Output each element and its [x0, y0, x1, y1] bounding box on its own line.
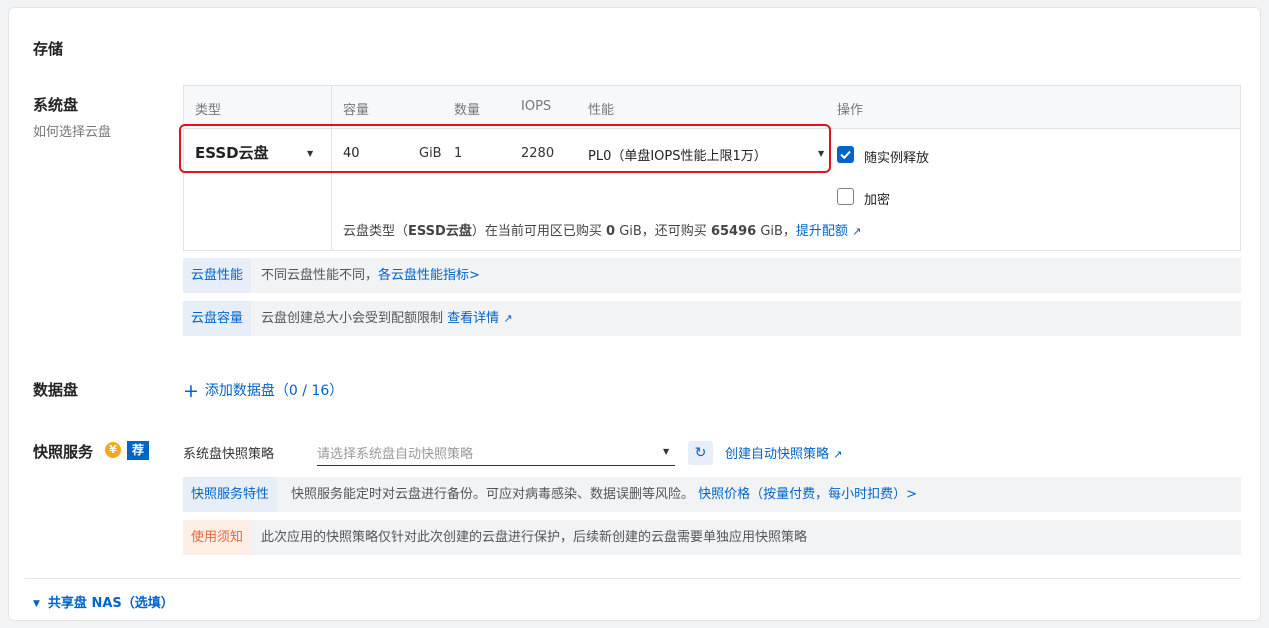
encrypt-checkbox[interactable]: [837, 188, 854, 205]
header-performance: 性能: [588, 103, 615, 118]
quota-text: ）在当前可用区已购买: [471, 224, 602, 239]
header-capacity: 容量: [343, 103, 370, 118]
table-header: 类型 容量 数量 IOPS 性能 操作: [184, 86, 1240, 129]
snapshot-feature-text: 快照服务能定时对云盘进行备份。可应对病毒感染、数据误删等风险。: [291, 487, 695, 502]
disk-capacity-text: 云盘创建总大小会受到配额限制: [261, 311, 444, 326]
check-icon: [840, 150, 851, 160]
external-link-icon: ↗: [503, 312, 513, 325]
view-details-label: 查看详情: [447, 311, 500, 326]
recommended-badge: 荐: [127, 441, 149, 460]
paid-badge-icon: ¥: [105, 442, 121, 458]
snapshot-notice-bar: 使用须知 此次应用的快照策略仅针对此次创建的云盘进行保护，后续新创建的云盘需要单…: [183, 520, 1241, 555]
release-with-instance-checkbox[interactable]: [837, 146, 854, 163]
snapshot-policy-chevron-down-icon[interactable]: ▼: [663, 447, 669, 456]
header-count: 数量: [454, 103, 481, 118]
how-to-choose-disk-link[interactable]: 如何选择云盘: [33, 121, 111, 140]
system-disk-title: 系统盘: [33, 96, 79, 114]
refresh-icon[interactable]: ↻: [688, 441, 713, 465]
quota-text: 云盘类型（: [343, 224, 409, 239]
add-data-disk-button[interactable]: + 添加数据盘（0 / 16）: [183, 378, 344, 402]
plus-icon: +: [183, 380, 199, 402]
disk-performance-text: 不同云盘性能不同，: [261, 268, 379, 283]
add-data-disk-label: 添加数据盘（0 / 16）: [204, 383, 344, 399]
header-actions: 操作: [837, 103, 864, 118]
external-link-icon: ↗: [833, 448, 843, 461]
external-link-icon: ↗: [852, 225, 862, 238]
shared-disk-nas-label: 共享盘 NAS（选填）: [47, 596, 174, 611]
view-details-link[interactable]: 查看详情 ↗: [447, 311, 512, 326]
usage-notice-tag: 使用须知: [183, 520, 252, 555]
disk-capacity-bar: 云盘容量 云盘创建总大小会受到配额限制 查看详情 ↗: [183, 301, 1241, 336]
snapshot-policy-underline: [317, 465, 675, 466]
snapshot-feature-info: 快照服务能定时对云盘进行备份。可应对病毒感染、数据误删等风险。 快照价格（按量付…: [291, 477, 917, 512]
quota-info: 云盘类型（ESSD云盘）在当前可用区已购买 0 GiB，还可购买 65496 G…: [343, 220, 861, 239]
quota-text: GiB，还可购买: [619, 224, 707, 239]
snapshot-price-link[interactable]: 快照价格（按量付费，每小时扣费）>: [698, 487, 917, 502]
header-type: 类型: [195, 103, 222, 118]
quota-text: GiB，: [760, 224, 796, 239]
snapshot-policy-select[interactable]: 请选择系统盘自动快照策略: [317, 443, 473, 462]
disk-capacity-tag: 云盘容量: [183, 301, 252, 336]
snapshot-feature-tag: 快照服务特性: [183, 477, 278, 512]
disk-performance-link[interactable]: 各云盘性能指标>: [378, 268, 480, 283]
snapshot-title: 快照服务: [33, 443, 94, 461]
disk-performance-info: 不同云盘性能不同，各云盘性能指标>: [261, 258, 480, 293]
caret-down-icon: ▼: [33, 599, 40, 609]
storage-title: 存储: [33, 40, 64, 58]
create-snapshot-policy-label: 创建自动快照策略: [725, 447, 830, 462]
quota-type: ESSD云盘: [408, 224, 472, 239]
disk-performance-tag: 云盘性能: [183, 258, 252, 293]
quota-remaining: 65496: [710, 224, 757, 239]
snapshot-feature-bar: 快照服务特性 快照服务能定时对云盘进行备份。可应对病毒感染、数据误删等风险。 快…: [183, 477, 1241, 512]
divider: [25, 578, 1241, 579]
encrypt-label: 加密: [864, 193, 891, 208]
highlight-box: [179, 124, 831, 173]
release-with-instance-label: 随实例释放: [864, 151, 930, 166]
shared-disk-nas-toggle[interactable]: ▼ 共享盘 NAS（选填）: [33, 592, 174, 611]
disk-capacity-info: 云盘创建总大小会受到配额限制 查看详情 ↗: [261, 301, 513, 336]
quota-bought: 0: [606, 224, 616, 239]
usage-notice-text: 此次应用的快照策略仅针对此次创建的云盘进行保护，后续新创建的云盘需要单独应用快照…: [261, 530, 808, 545]
snapshot-policy-label: 系统盘快照策略: [183, 447, 275, 462]
storage-card: 存储 系统盘 如何选择云盘 类型 容量 数量 IOPS 性能 操作 ESSD云盘…: [8, 7, 1261, 621]
raise-quota-link[interactable]: 提升配额 ↗: [796, 224, 861, 239]
create-snapshot-policy-link[interactable]: 创建自动快照策略 ↗: [725, 443, 842, 462]
header-iops: IOPS: [521, 99, 552, 114]
disk-performance-bar: 云盘性能 不同云盘性能不同，各云盘性能指标>: [183, 258, 1241, 293]
data-disk-title: 数据盘: [33, 381, 79, 399]
raise-quota-label: 提升配额: [795, 224, 848, 239]
